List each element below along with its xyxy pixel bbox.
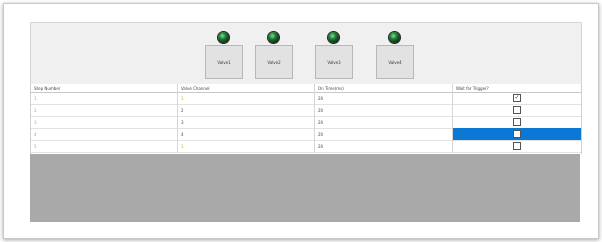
wait-trigger-cell[interactable] xyxy=(452,104,581,116)
valve-1-indicator-led-icon xyxy=(218,32,229,43)
wait-trigger-cell-selected[interactable] xyxy=(452,128,581,140)
on-time-cell[interactable]: 20 xyxy=(314,104,452,116)
table-empty-area xyxy=(30,154,580,222)
wait-trigger-checkbox[interactable] xyxy=(513,130,521,138)
wait-trigger-cell[interactable] xyxy=(452,116,581,128)
step-number-cell[interactable]: 1 xyxy=(31,92,177,104)
wait-trigger-cell[interactable] xyxy=(452,140,581,152)
valve-channel-cell[interactable]: 2 xyxy=(177,104,314,116)
valve-4-indicator-led-icon xyxy=(389,32,400,43)
step-number-cell[interactable]: 3 xyxy=(31,116,177,128)
valve-2: Valve2 xyxy=(255,23,293,85)
header-valve-channel[interactable]: Valve Channel xyxy=(177,84,314,92)
step-number-cell[interactable]: 2 xyxy=(31,104,177,116)
wait-trigger-checkbox[interactable] xyxy=(513,118,521,126)
wait-trigger-checkbox[interactable]: ✓ xyxy=(513,94,521,102)
valve-3-button[interactable]: Valve3 xyxy=(315,45,353,79)
valve-3: Valve3 xyxy=(315,23,353,85)
header-step-number[interactable]: Step Number xyxy=(31,84,177,92)
step-number-cell[interactable]: 4 xyxy=(31,128,177,140)
valve-3-indicator-led-icon xyxy=(328,32,339,43)
step-number-cell[interactable]: 5 xyxy=(31,140,177,152)
valve-4: Valve4 xyxy=(376,23,414,85)
on-time-cell[interactable]: 20 xyxy=(314,128,452,140)
wait-trigger-checkbox[interactable] xyxy=(513,106,521,114)
valve-channel-cell[interactable]: 4 xyxy=(177,128,314,140)
valve-1-button[interactable]: Valve1 xyxy=(205,45,243,79)
valve-2-button[interactable]: Valve2 xyxy=(255,45,293,79)
wait-trigger-checkbox[interactable] xyxy=(513,142,521,150)
on-time-cell[interactable]: 20 xyxy=(314,140,452,152)
wait-trigger-cell[interactable]: ✓ xyxy=(452,92,581,104)
on-time-cell[interactable]: 20 xyxy=(314,116,452,128)
valve-1: Valve1 xyxy=(205,23,243,85)
valve-channel-cell[interactable]: 1 xyxy=(177,92,314,104)
valve-channel-cell[interactable]: 1 xyxy=(177,140,314,152)
valve-channel-cell[interactable]: 3 xyxy=(177,116,314,128)
table-row[interactable]: 5 1 20 xyxy=(31,140,581,153)
sequence-table: Step Number Valve Channel On Time(ms) Wa… xyxy=(30,84,582,154)
valve-panel: Valve1 Valve2 Valve3 Valve4 xyxy=(30,22,582,86)
valve-4-button[interactable]: Valve4 xyxy=(376,45,414,79)
on-time-cell[interactable]: 20 xyxy=(314,92,452,104)
header-on-time[interactable]: On Time(ms) xyxy=(314,84,452,92)
valve-2-indicator-led-icon xyxy=(268,32,279,43)
header-wait-for-trigger[interactable]: Wait for Trigger? xyxy=(452,84,581,92)
